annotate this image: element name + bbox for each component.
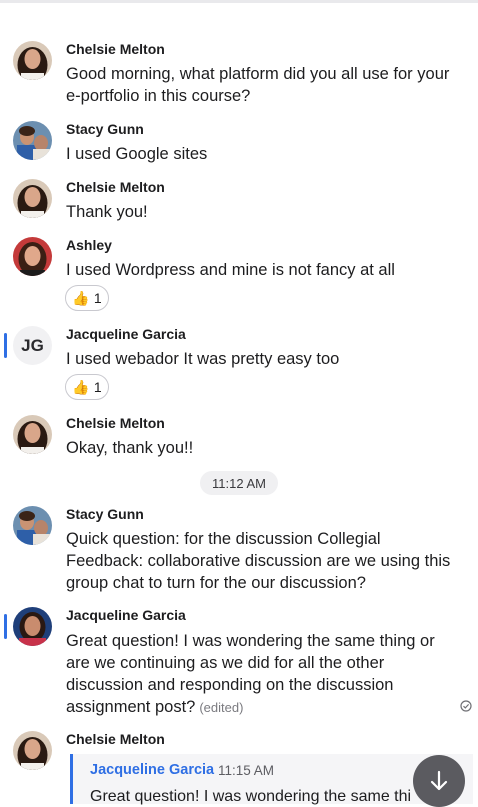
avatar[interactable]	[13, 41, 52, 80]
time-divider: 11:12 AM	[200, 471, 278, 495]
message-line: I used webador It was pretty easy too	[66, 350, 340, 368]
avatar[interactable]: JG	[13, 326, 52, 365]
avatar[interactable]	[13, 237, 52, 276]
message-text: Quick question: for the discussion Colle…	[66, 528, 466, 594]
avatar[interactable]	[13, 731, 52, 770]
message-text: Great question! I was wondering the same…	[66, 630, 466, 719]
message-text: Okay, thank you!!	[66, 437, 466, 459]
thumbs-up-icon: 👍	[72, 289, 90, 306]
message-text: I used Google sites	[66, 143, 466, 165]
stacy-photo-avatar	[13, 506, 52, 545]
unread-indicator	[4, 614, 7, 639]
message-line: I used Wordpress and mine is not fancy a…	[66, 261, 395, 279]
quoted-text: Great question! I was wondering the same…	[90, 788, 412, 805]
message-line: Okay, thank you!!	[66, 439, 194, 457]
check-circle-icon	[460, 700, 472, 712]
sender-name: Stacy Gunn	[66, 121, 144, 137]
message-text: I used webador It was pretty easy too	[66, 348, 466, 370]
quoted-sender: Jacqueline Garcia	[90, 762, 215, 778]
message-line: Thank you!	[66, 203, 148, 221]
avatar-initials: JG	[21, 335, 44, 355]
chelsie-photo-avatar	[13, 41, 52, 80]
message-text: Good morning, what platform did you all …	[66, 63, 466, 107]
message-text: Thank you!	[66, 201, 466, 223]
header-divider	[0, 0, 478, 3]
reaction-chip[interactable]: 👍 1	[65, 374, 109, 400]
ashley-photo-avatar	[13, 237, 52, 276]
sender-name: Ashley	[66, 237, 112, 253]
message-line: discussion and responding on the discuss…	[66, 676, 394, 694]
reaction-chip[interactable]: 👍 1	[65, 285, 109, 311]
arrow-down-icon	[430, 770, 448, 791]
message-text: I used Wordpress and mine is not fancy a…	[66, 259, 466, 281]
sender-name: Stacy Gunn	[66, 506, 144, 522]
message-line: Quick question: for the discussion Colle…	[66, 530, 381, 548]
chelsie-photo-avatar	[13, 731, 52, 770]
sender-name: Jacqueline Garcia	[66, 607, 186, 623]
message-line: Great question! I was wondering the same…	[66, 632, 435, 650]
avatar[interactable]	[13, 179, 52, 218]
unread-indicator	[4, 333, 7, 358]
chelsie-photo-avatar	[13, 179, 52, 218]
sender-name: Chelsie Melton	[66, 41, 165, 57]
scroll-to-bottom-button[interactable]	[413, 755, 465, 807]
quoted-time: 11:15 AM	[218, 763, 275, 778]
message-line: Good morning, what platform did you all …	[66, 65, 450, 83]
message-line: assignment post? (edited)	[66, 698, 244, 716]
avatar[interactable]	[13, 607, 52, 646]
reaction-count: 1	[93, 379, 102, 395]
message-line: e-portfolio in this course?	[66, 87, 251, 105]
message-line: I used Google sites	[66, 145, 208, 163]
edited-label: (edited)	[199, 700, 244, 715]
sender-name: Chelsie Melton	[66, 179, 165, 195]
jacqueline-photo-avatar	[13, 607, 52, 646]
message-line: are we continuing as we did for all the …	[66, 654, 385, 672]
message-line: Feedback: collaborative discussion are w…	[66, 552, 451, 570]
avatar[interactable]	[13, 506, 52, 545]
thumbs-up-icon: 👍	[72, 378, 90, 395]
avatar[interactable]	[13, 121, 52, 160]
chelsie-photo-avatar	[13, 415, 52, 454]
message-line: group chat to turn for the our discussio…	[66, 574, 366, 592]
avatar[interactable]	[13, 415, 52, 454]
stacy-photo-avatar	[13, 121, 52, 160]
sender-name: Chelsie Melton	[66, 415, 165, 431]
reaction-count: 1	[93, 290, 102, 306]
sender-name: Chelsie Melton	[66, 731, 165, 747]
sender-name: Jacqueline Garcia	[66, 326, 186, 342]
